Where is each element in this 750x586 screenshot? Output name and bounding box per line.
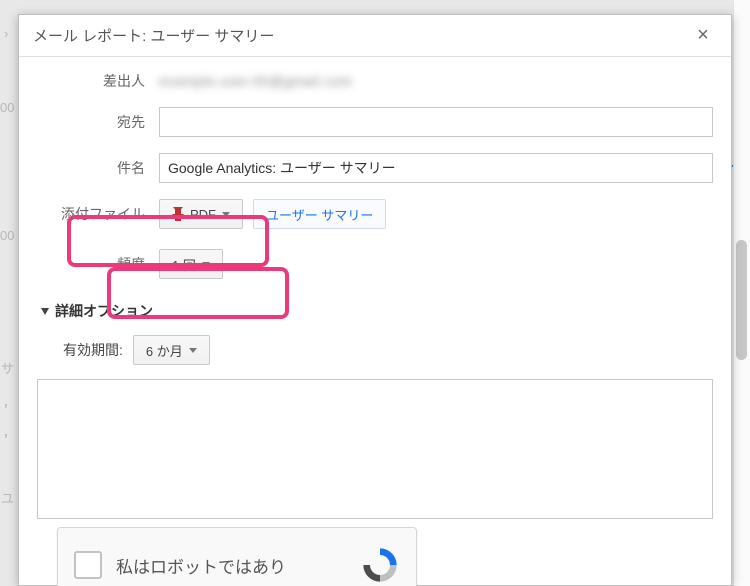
row-validity: 有効期間: 6 か月 xyxy=(63,335,713,365)
row-subject: 件名 xyxy=(37,153,713,183)
bg-char: › xyxy=(4,26,8,41)
chevron-down-icon xyxy=(202,262,210,267)
modal-header: メール レポート: ユーザー サマリー × xyxy=(19,15,731,57)
bg-char: , xyxy=(4,394,8,409)
bg-char: ユ xyxy=(1,488,14,507)
disclosure-triangle-icon xyxy=(41,308,49,315)
attached-report-button[interactable]: ユーザー サマリー xyxy=(253,199,386,229)
bg-char: サ xyxy=(1,358,14,377)
bg-scrollbar-track xyxy=(733,0,750,586)
chevron-down-icon xyxy=(189,348,197,353)
modal-body: 差出人 example.user.00@gmail.com 宛先 件名 添付ファ… xyxy=(19,57,731,522)
frequency-dropdown[interactable]: 1 回 xyxy=(159,249,223,279)
recaptcha-label: 私はロボットではあり xyxy=(116,553,346,578)
close-button[interactable]: × xyxy=(689,22,717,50)
attachment-format-value: PDF xyxy=(190,207,216,222)
message-textarea[interactable] xyxy=(37,379,713,519)
bg-char: 00 xyxy=(0,228,14,243)
email-report-modal: メール レポート: ユーザー サマリー × 差出人 example.user.0… xyxy=(18,14,732,586)
row-from: 差出人 example.user.00@gmail.com xyxy=(37,71,713,91)
chevron-down-icon xyxy=(222,212,230,217)
attachment-label: 添付ファイル xyxy=(37,204,159,224)
bg-char: , xyxy=(4,424,8,439)
recaptcha-widget: 私はロボットではあり xyxy=(57,527,417,586)
row-frequency: 頻度 1 回 xyxy=(37,249,713,279)
from-label: 差出人 xyxy=(37,71,159,91)
row-to: 宛先 xyxy=(37,107,713,137)
recaptcha-checkbox[interactable] xyxy=(74,551,102,579)
subject-label: 件名 xyxy=(37,158,159,178)
advanced-options-label: 詳細オプション xyxy=(55,301,153,321)
row-attachment: 添付ファイル PDF ユーザー サマリー xyxy=(37,199,713,229)
pdf-icon xyxy=(172,207,184,221)
attached-report-label: ユーザー サマリー xyxy=(266,205,373,224)
close-icon: × xyxy=(697,24,709,47)
from-value: example.user.00@gmail.com xyxy=(159,73,352,89)
validity-value: 6 か月 xyxy=(146,341,183,360)
bg-char: 00 xyxy=(0,100,14,115)
modal-title: メール レポート: ユーザー サマリー xyxy=(33,25,689,46)
validity-label: 有効期間: xyxy=(63,340,123,360)
to-input[interactable] xyxy=(159,107,713,137)
advanced-options-toggle[interactable]: 詳細オプション xyxy=(41,301,713,321)
frequency-value: 1 回 xyxy=(172,255,196,274)
recaptcha-logo-icon xyxy=(360,545,400,585)
validity-dropdown[interactable]: 6 か月 xyxy=(133,335,210,365)
attachment-format-dropdown[interactable]: PDF xyxy=(159,199,243,229)
subject-input[interactable] xyxy=(159,153,713,183)
to-label: 宛先 xyxy=(37,112,159,132)
bg-scrollbar-thumb[interactable] xyxy=(736,240,747,360)
frequency-label: 頻度 xyxy=(37,254,159,274)
